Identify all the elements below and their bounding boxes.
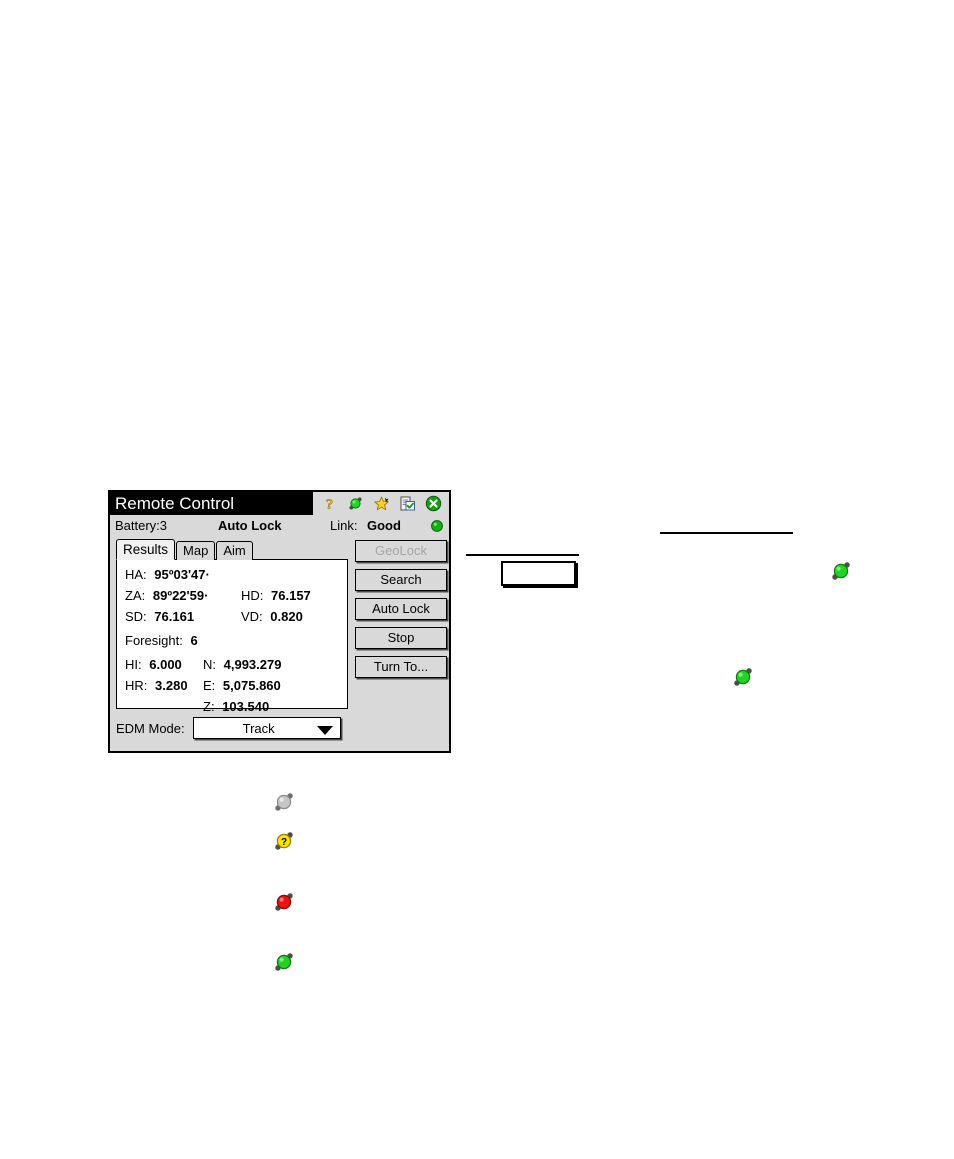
reading-hd-value: 76.157 [271, 588, 311, 603]
action-button-column: GeoLock Search Auto Lock Stop Turn To... [355, 540, 447, 685]
reading-hr-value: 3.280 [155, 678, 188, 693]
reading-sd-label: SD: [125, 609, 147, 624]
link-label: Link: [330, 518, 358, 533]
reading-za-label: ZA: [125, 588, 146, 603]
edm-mode-value: Track [242, 720, 275, 736]
annotation-rule-top-right [660, 532, 793, 534]
reading-hi-value: 6.000 [149, 657, 182, 672]
reading-hd: HD: 76.157 [241, 588, 311, 603]
favorites-star-icon[interactable] [373, 495, 390, 512]
reading-za: ZA: 89º22'59· [125, 588, 208, 603]
stop-button[interactable]: Stop [355, 627, 447, 649]
notes-checklist-icon[interactable] [399, 495, 416, 512]
reading-vd-value: 0.820 [270, 609, 303, 624]
edm-mode-row: EDM Mode: Track [116, 716, 447, 740]
tracking-mode-status: Auto Lock [218, 518, 282, 533]
reading-elevation: Z: 103.540 [203, 699, 269, 714]
svg-text:?: ? [326, 497, 334, 512]
tab-aim[interactable]: Aim [216, 541, 253, 560]
prism-status-green-icon [731, 665, 755, 689]
tab-strip: Results Map Aim [116, 539, 254, 560]
reading-northing-value: 4,993.279 [223, 657, 282, 672]
link-value: Good [367, 518, 401, 533]
reading-foresight-label: Foresight: [125, 633, 183, 648]
reading-northing-label: N: [203, 657, 216, 672]
reading-za-value: 89º22'59· [152, 588, 209, 603]
reading-hr-label: HR: [125, 678, 148, 693]
turn-to-button[interactable]: Turn To... [355, 656, 447, 678]
title-bar: Remote Control ? [110, 492, 449, 515]
edm-mode-label: EDM Mode: [116, 720, 185, 736]
edm-mode-select[interactable]: Track [192, 717, 341, 739]
annotation-leader-line [466, 554, 579, 556]
status-bar: Battery:3 Auto Lock Link: Good [110, 515, 449, 536]
window-title: Remote Control [115, 493, 235, 513]
reading-ha: HA: 95º03'47· [125, 567, 210, 582]
auto-lock-button[interactable]: Auto Lock [355, 598, 447, 620]
reading-foresight: Foresight: 6 [125, 633, 198, 648]
prism-status-gray-icon [272, 790, 296, 814]
reading-ha-label: HA: [125, 567, 147, 582]
reading-elevation-value: 103.540 [222, 699, 270, 714]
chevron-down-icon [316, 726, 333, 735]
close-icon[interactable] [425, 495, 442, 512]
reading-sd: SD: 76.161 [125, 609, 194, 624]
help-icon[interactable]: ? [321, 495, 338, 513]
prism-status-search-icon: ? [272, 829, 296, 853]
reading-easting: E: 5,075.860 [203, 678, 281, 693]
search-button[interactable]: Search [355, 569, 447, 591]
reading-vd-label: VD: [241, 609, 263, 624]
svg-text:?: ? [281, 837, 287, 848]
reading-foresight-value: 6 [190, 633, 198, 648]
link-indicator-icon [431, 520, 443, 532]
reading-hi: HI: 6.000 [125, 657, 182, 672]
reading-vd: VD: 0.820 [241, 609, 303, 624]
reading-sd-value: 76.161 [154, 609, 195, 624]
geolock-button[interactable]: GeoLock [355, 540, 447, 562]
prism-status-red-icon [272, 890, 296, 914]
reading-easting-value: 5,075.860 [222, 678, 281, 693]
remote-control-window: Remote Control ? Battery:3 Auto Lock Lin… [108, 490, 451, 753]
tab-results[interactable]: Results [116, 539, 176, 560]
prism-lock-icon[interactable] [347, 495, 364, 512]
reading-elevation-label: Z: [203, 699, 215, 714]
reading-hd-label: HD: [241, 588, 264, 603]
reading-hr: HR: 3.280 [125, 678, 188, 693]
reading-ha-value: 95º03'47· [154, 567, 210, 582]
reading-hi-label: HI: [125, 657, 142, 672]
results-panel: HA: 95º03'47· ZA: 89º22'59· HD: 76.157 S… [116, 559, 348, 714]
reading-northing: N: 4,993.279 [203, 657, 281, 672]
prism-status-green-icon [272, 950, 296, 974]
tab-map[interactable]: Map [176, 541, 216, 560]
prism-status-green-icon [829, 559, 853, 583]
reading-easting-label: E: [203, 678, 216, 693]
battery-status: Battery:3 [115, 518, 168, 533]
title-bar-icon-group: ? [312, 492, 449, 515]
annotation-callout-box [501, 561, 576, 586]
